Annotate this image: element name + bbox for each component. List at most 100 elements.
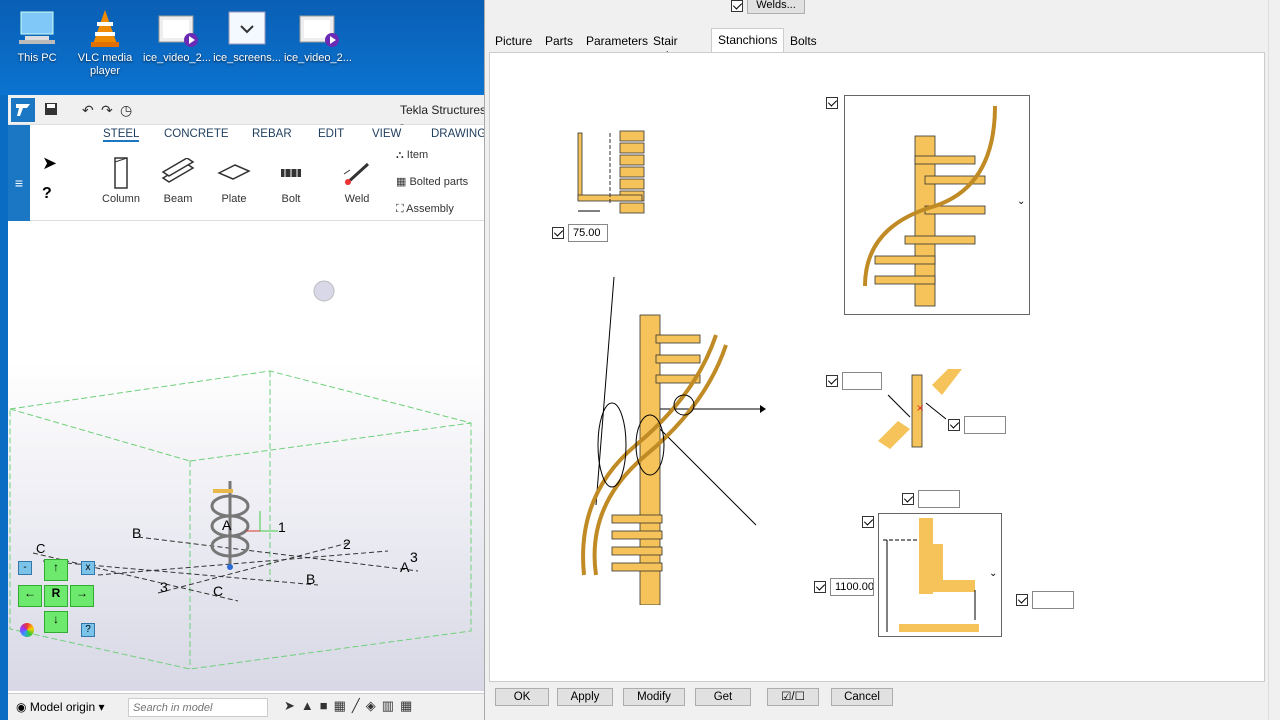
redo-icon[interactable]: ↷: [101, 102, 113, 119]
assembly-icon: ⛶: [396, 203, 404, 215]
tab-rebar[interactable]: REBAR: [252, 128, 292, 140]
ok-button[interactable]: OK: [495, 688, 549, 706]
status-bar: ◉ Model origin ▾ ➤▲■▦╱◈▥▦: [8, 693, 490, 720]
dialog-scrollbar[interactable]: [1268, 0, 1280, 720]
model-viewport[interactable]: B C A 1 2 3 A B C 3 ↑ ← R → ↓ - x ?: [8, 221, 490, 691]
vlc-cone-icon: [83, 8, 127, 48]
tab-concrete[interactable]: CONCRETE: [164, 128, 229, 140]
cancel-button[interactable]: Cancel: [831, 688, 893, 706]
stanchions-panel: 75.00 ⌄ × ⌄ 1100.00: [489, 52, 1265, 682]
post-detail-image[interactable]: ⌄: [878, 513, 1002, 637]
post-top-field[interactable]: [918, 490, 960, 508]
select-pointer-icon[interactable]: ➤: [42, 153, 57, 174]
grid-label-c: C: [36, 541, 46, 556]
nav-left-button[interactable]: ←: [18, 585, 42, 607]
welds-button[interactable]: Welds...: [747, 0, 805, 14]
origin-icon: ◉: [16, 700, 27, 714]
column-label: Column: [102, 193, 140, 205]
apply-button[interactable]: Apply: [557, 688, 613, 706]
preview-checkbox[interactable]: [826, 97, 838, 109]
stanchion-preview-image[interactable]: ⌄: [844, 95, 1030, 315]
get-button[interactable]: Get: [695, 688, 751, 706]
nav-reset-button[interactable]: R: [44, 585, 68, 607]
tekla-window: ↶ ↷ ◷ Tekla Structures - STEEL CONCRETE …: [8, 95, 494, 720]
beam-button[interactable]: Beam: [153, 153, 203, 205]
svg-text:×: ×: [916, 403, 924, 414]
tab-steel[interactable]: STEEL: [103, 128, 140, 142]
offset-field[interactable]: 75.00: [568, 224, 608, 242]
tab-stanchions[interactable]: Stanchions: [711, 28, 785, 52]
tab-parts[interactable]: Parts: [539, 30, 579, 52]
tab-edit[interactable]: EDIT: [318, 128, 344, 140]
height-checkbox[interactable]: [814, 581, 826, 593]
item-button[interactable]: ⛬ Item: [396, 149, 428, 162]
post-top-checkbox[interactable]: [902, 493, 914, 505]
tab-bolts[interactable]: Bolts: [784, 30, 823, 52]
nav-up-button[interactable]: ↑: [44, 559, 68, 581]
color-wheel-icon[interactable]: [20, 623, 34, 637]
welds-checkbox[interactable]: [731, 0, 743, 12]
weld-bottom-checkbox[interactable]: [948, 419, 960, 431]
help-pointer-icon[interactable]: ?: [42, 185, 52, 203]
nav-minus-button[interactable]: -: [18, 561, 32, 575]
desktop-icon-label: This PC: [17, 52, 57, 64]
desktop-icon-video-1[interactable]: ice_video_2...: [142, 8, 212, 65]
weld-bottom-field[interactable]: [964, 416, 1006, 434]
chevron-down-icon: ▾: [98, 700, 105, 714]
tab-picture[interactable]: Picture: [489, 30, 538, 52]
desktop-icon-label: ice_screens...: [213, 52, 281, 64]
item-label: Item: [406, 149, 429, 161]
assembly-button[interactable]: ⛶ Assembly: [396, 203, 454, 216]
beam-label: Beam: [163, 193, 193, 205]
item-icon: ⛬: [396, 149, 404, 161]
bolt-button[interactable]: Bolt: [266, 153, 316, 205]
desktop-icon-vlc[interactable]: VLC media player: [70, 8, 140, 78]
search-input[interactable]: [128, 698, 268, 717]
toggle-checkboxes-button[interactable]: ☑/☐: [767, 688, 819, 706]
post-image-checkbox[interactable]: [862, 516, 874, 528]
weld-top-checkbox[interactable]: [826, 375, 838, 387]
grid-label-3: 3: [410, 549, 418, 565]
hamburger-icon[interactable]: ≡: [8, 175, 30, 191]
undo-icon[interactable]: ↶: [82, 102, 94, 119]
bolted-parts-button[interactable]: ▦ Bolted parts: [396, 175, 468, 188]
preview-dropdown-icon[interactable]: ⌄: [1017, 196, 1025, 207]
height-field[interactable]: 1100.00: [830, 578, 874, 596]
bolted-parts-icon: ▦: [396, 176, 407, 188]
desktop-icon-this-pc[interactable]: This PC: [2, 8, 72, 65]
beam-icon: [153, 153, 203, 193]
model-origin-dropdown[interactable]: ◉ Model origin ▾: [16, 700, 105, 714]
grid-label-a-right: A: [400, 559, 410, 575]
stair-dialog: Welds... Picture Parts Parameters Stair …: [484, 0, 1268, 720]
nav-right-button[interactable]: →: [70, 585, 94, 607]
plate-button[interactable]: Plate: [209, 153, 259, 205]
tab-view[interactable]: VIEW: [372, 128, 401, 140]
history-icon[interactable]: ◷: [120, 102, 132, 119]
desktop-icon-video-2[interactable]: ice_video_2...: [283, 8, 353, 65]
bolt-label: Bolt: [281, 193, 301, 205]
tab-stair-setup[interactable]: Stair setup: [647, 30, 688, 62]
side-menu[interactable]: ≡: [8, 125, 30, 221]
modify-button[interactable]: Modify: [623, 688, 685, 706]
grid-label-b: B: [132, 525, 142, 541]
nav-x-button[interactable]: x: [81, 561, 95, 575]
weld-button[interactable]: Weld: [332, 153, 382, 205]
desktop-icon-screens[interactable]: ice_screens...: [212, 8, 282, 65]
tekla-logo-icon[interactable]: [11, 98, 35, 122]
snap-toolbar[interactable]: ➤▲■▦╱◈▥▦: [284, 698, 418, 714]
desktop-icon-label: ice_video_2...: [284, 52, 352, 64]
tab-parameters[interactable]: Parameters: [580, 30, 654, 52]
computer-icon: [15, 8, 59, 48]
plate-label: Plate: [221, 193, 247, 205]
bolted-parts-label: Bolted parts: [409, 176, 469, 188]
nav-down-button[interactable]: ↓: [44, 611, 68, 633]
column-button[interactable]: Column: [96, 153, 146, 205]
stanchion-base-diagram: [577, 130, 645, 214]
post-dropdown-icon[interactable]: ⌄: [989, 568, 997, 579]
offset-checkbox[interactable]: [552, 227, 564, 239]
save-icon[interactable]: [44, 102, 58, 119]
post-right-field[interactable]: [1032, 591, 1074, 609]
nav-help-button[interactable]: ?: [81, 623, 95, 637]
spiral-stair-diagram: [581, 276, 766, 605]
post-right-checkbox[interactable]: [1016, 594, 1028, 606]
